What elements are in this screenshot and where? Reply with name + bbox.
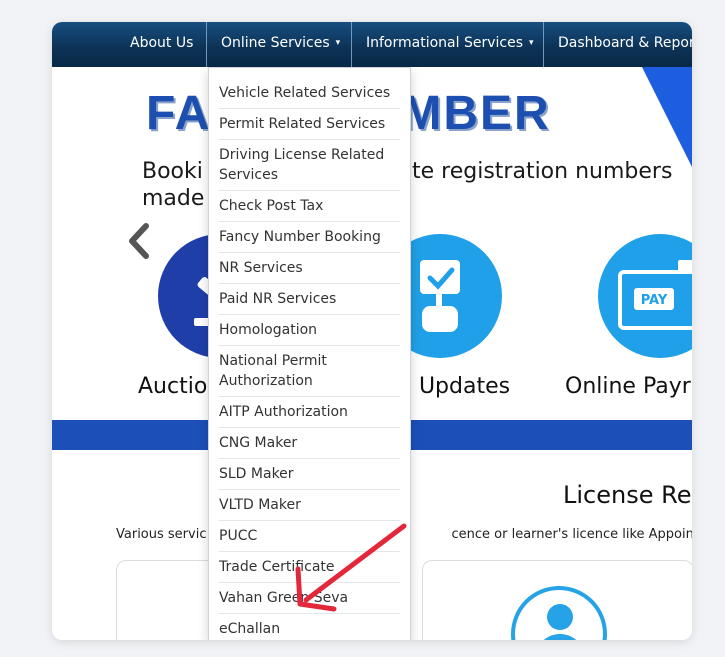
menu-item-national-permit-authorization[interactable]: National Permit Authorization (219, 346, 400, 397)
menu-item-pucc[interactable]: PUCC (219, 521, 400, 552)
menu-item-vehicle-related-services[interactable]: Vehicle Related Services (219, 78, 400, 109)
section-title: License Re (563, 481, 692, 509)
menu-item-driving-license-related-services[interactable]: Driving License Related Services (219, 140, 400, 191)
banner-decoration (642, 67, 692, 167)
online-services-dropdown: Vehicle Related Services Permit Related S… (208, 67, 411, 640)
user-avatar-icon (511, 586, 607, 640)
nav-separator (351, 22, 352, 67)
nav-dashboard-report[interactable]: Dashboard & Report (558, 22, 692, 67)
caret-down-icon: ▾ (335, 38, 341, 48)
top-navbar: About Us Online Services ▾ Informational … (52, 22, 692, 67)
card-label-updates: g Updates (398, 374, 511, 399)
nav-about-us[interactable]: About Us (130, 22, 193, 67)
card-label-auction: Auctio (138, 374, 208, 399)
menu-item-trade-certificate[interactable]: Trade Certificate (219, 552, 400, 583)
dropdown-menu-list: Vehicle Related Services Permit Related S… (209, 68, 410, 640)
menu-item-sld-maker[interactable]: SLD Maker (219, 459, 400, 490)
menu-item-vltd-maker[interactable]: VLTD Maker (219, 490, 400, 521)
nav-separator (543, 22, 544, 67)
menu-item-check-post-tax[interactable]: Check Post Tax (219, 191, 400, 222)
nav-online-services[interactable]: Online Services ▾ (221, 22, 340, 67)
menu-item-nr-services[interactable]: NR Services (219, 253, 400, 284)
card-label-payment: Online Payr (565, 374, 691, 399)
menu-item-paid-nr-services[interactable]: Paid NR Services (219, 284, 400, 315)
pay-card-icon[interactable]: PAY (598, 234, 692, 358)
menu-item-echallan[interactable]: eChallan (219, 614, 400, 640)
caret-down-icon: ▾ (529, 38, 534, 48)
nav-separator (206, 22, 207, 67)
browser-window: About Us Online Services ▾ Informational … (52, 22, 692, 640)
nav-informational-services[interactable]: Informational Services ▾ (366, 22, 534, 67)
menu-item-permit-related-services[interactable]: Permit Related Services (219, 109, 400, 140)
carousel-prev-icon[interactable] (126, 222, 152, 269)
menu-item-vahan-green-seva[interactable]: Vahan Green Seva (219, 583, 400, 614)
menu-item-aitp-authorization[interactable]: AITP Authorization (219, 397, 400, 428)
chevron-left-icon (129, 223, 149, 259)
menu-item-cng-maker[interactable]: CNG Maker (219, 428, 400, 459)
menu-item-homologation[interactable]: Homologation (219, 315, 400, 346)
svg-text:PAY: PAY (641, 293, 668, 308)
service-card[interactable] (422, 560, 692, 640)
menu-item-fancy-number-booking[interactable]: Fancy Number Booking (219, 222, 400, 253)
